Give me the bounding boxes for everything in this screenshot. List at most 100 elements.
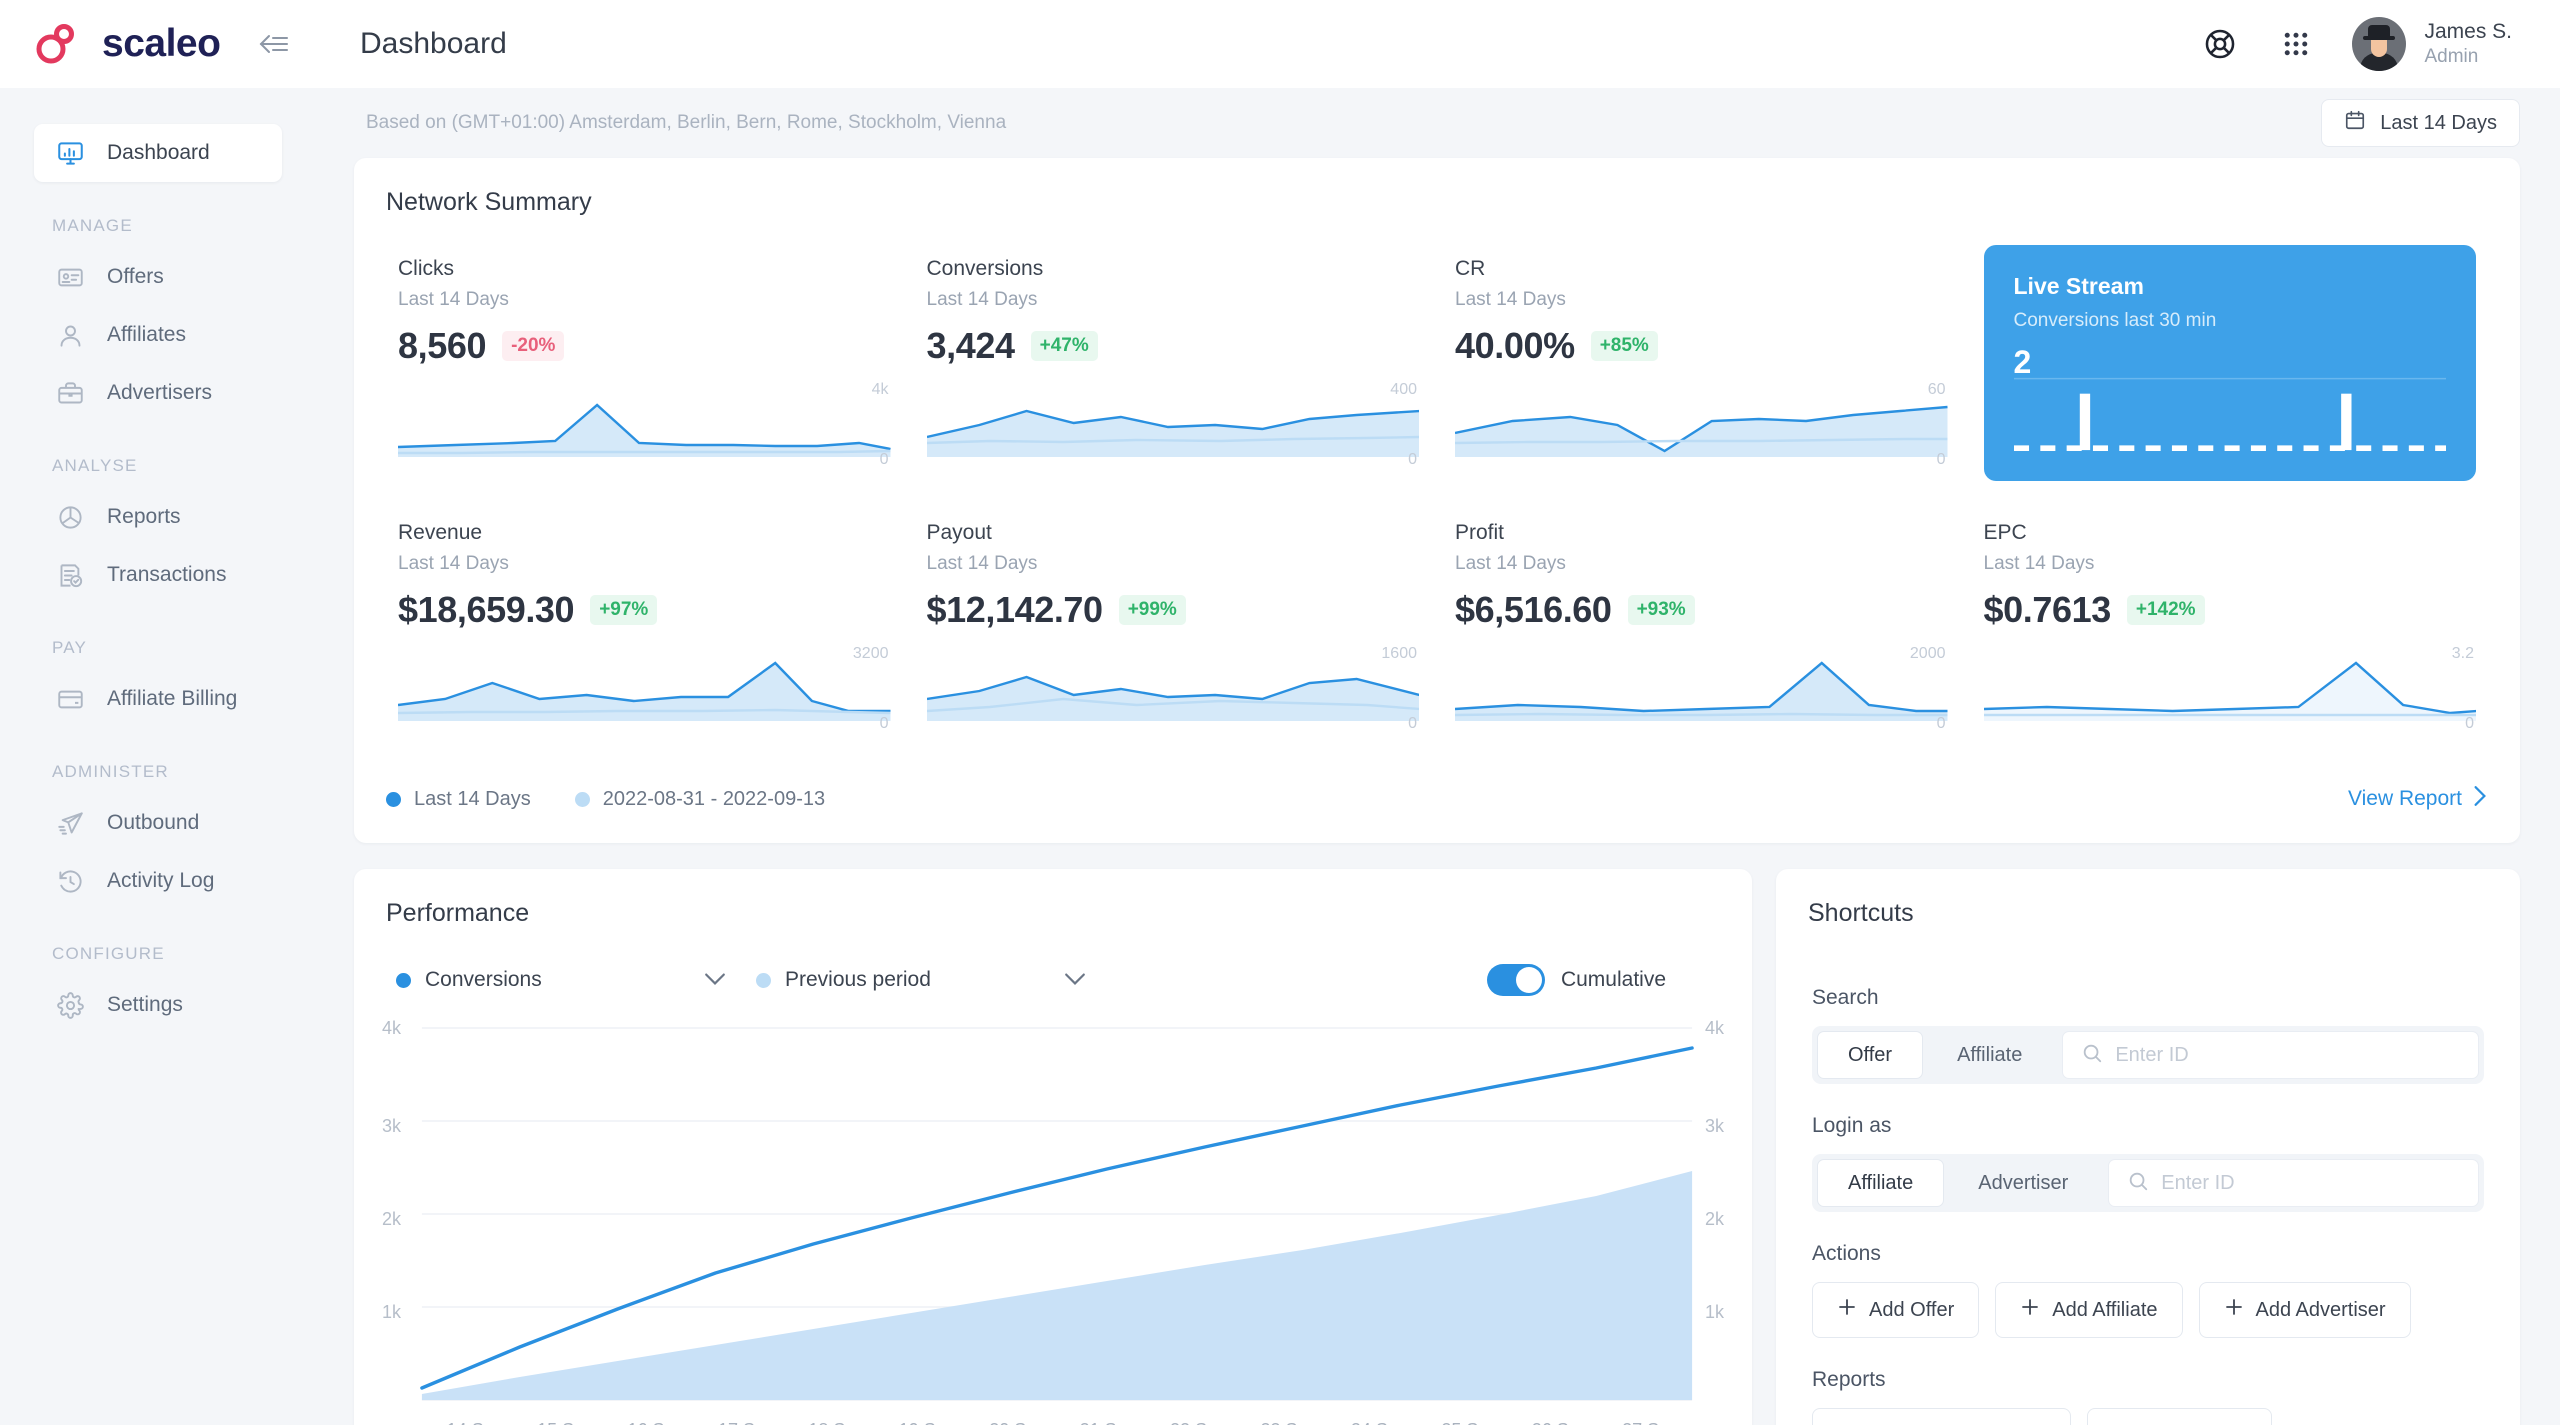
- search-tab-offer[interactable]: Offer: [1817, 1031, 1924, 1079]
- apps-grid-icon[interactable]: [2276, 24, 2316, 64]
- login-as-input[interactable]: [2161, 1171, 2460, 1195]
- cumulative-toggle[interactable]: Cumulative: [1486, 964, 1710, 996]
- user-menu[interactable]: James S. Admin: [2352, 17, 2512, 71]
- kpi-name: Conversions: [926, 257, 1044, 280]
- user-name: James S.: [2424, 20, 2512, 43]
- lifebuoy-icon[interactable]: [2200, 24, 2240, 64]
- legend-dot-icon: [386, 791, 401, 807]
- x-tick: 23 Sep: [1244, 1420, 1334, 1425]
- network-summary-card: Network Summary Clicks Last 14 Days 8,56…: [354, 158, 2520, 843]
- login-as-tab-advertiser[interactable]: Advertiser: [1948, 1159, 2098, 1207]
- actions-label: Actions: [1812, 1242, 1881, 1265]
- x-tick: 25 Sep: [1425, 1420, 1515, 1425]
- x-tick: 20 Sep: [973, 1420, 1063, 1425]
- network-summary-body: Clicks Last 14 Days 8,560 -20% 4k 0 Conv…: [354, 217, 2520, 751]
- chevron-right-icon: [2472, 785, 2488, 813]
- metric-select[interactable]: Conversions: [396, 968, 726, 992]
- sidebar-item-label: Affiliate Billing: [107, 687, 238, 710]
- toggle-switch[interactable]: [1486, 964, 1545, 996]
- gear-icon: [55, 990, 86, 1021]
- actions-row: Add Offer Add Affiliate Add Advertiser: [1812, 1282, 2484, 1338]
- kpi-epc[interactable]: EPC Last 14 Days $0.7613 +142% 3.2 0: [1972, 481, 2489, 732]
- history-clock-icon: [55, 866, 86, 897]
- search-input[interactable]: [2115, 1043, 2460, 1067]
- sidebar-item-settings[interactable]: Settings: [34, 976, 282, 1034]
- y-tick-left-2k: 2k: [382, 1209, 402, 1229]
- kpi-period: Last 14 Days: [398, 553, 509, 574]
- kpi-period: Last 14 Days: [926, 289, 1038, 310]
- date-range-button[interactable]: Last 14 Days: [2321, 99, 2520, 147]
- user-info: James S. Admin: [2424, 19, 2512, 69]
- sidebar-item-activity-log[interactable]: Activity Log: [34, 852, 282, 910]
- date-range-label: Last 14 Days: [2380, 111, 2497, 134]
- add-affiliate-label: Add Affiliate: [2052, 1298, 2158, 1321]
- performance-controls: Conversions Previous period Cumulative: [354, 928, 1752, 996]
- legend-label: 2022-08-31 - 2022-09-13: [602, 787, 826, 810]
- kpi-sparkline: 4k 0: [398, 381, 891, 468]
- traffic-logs-button[interactable]: Traffic Logs: [2086, 1408, 2273, 1425]
- timezone-note: Based on (GMT+01:00) Amsterdam, Berlin, …: [366, 112, 1007, 133]
- kpi-grid-row1: Clicks Last 14 Days 8,560 -20% 4k 0 Conv…: [386, 217, 2488, 481]
- kpi-cr[interactable]: CR Last 14 Days 40.00% +85% 60 0: [1443, 217, 1960, 481]
- kpi-profit[interactable]: Profit Last 14 Days $6,516.60 +93% 2000 …: [1443, 481, 1960, 732]
- y-tick-left-1k: 1k: [382, 1302, 402, 1322]
- sidebar-item-affiliate-billing[interactable]: Affiliate Billing: [34, 670, 282, 728]
- scaleo-logo-icon: [34, 24, 80, 64]
- shortcuts-title: Shortcuts: [1808, 899, 1914, 927]
- kpi-sparkline: 60 0: [1455, 381, 1948, 468]
- search-input-wrap[interactable]: [2062, 1031, 2479, 1079]
- login-as-input-wrap[interactable]: [2108, 1159, 2479, 1207]
- add-advertiser-label: Add Advertiser: [2255, 1298, 2386, 1321]
- login-as-label: Login as: [1812, 1114, 1892, 1137]
- sidebar-collapse-button[interactable]: [256, 31, 289, 57]
- kpi-period: Last 14 Days: [1455, 289, 1566, 310]
- kpi-conversions[interactable]: Conversions Last 14 Days 3,424 +47% 400 …: [915, 217, 1432, 481]
- logo-bar: scaleo: [0, 0, 314, 88]
- search-label: Search: [1812, 986, 1879, 1009]
- add-advertiser-button[interactable]: Add Advertiser: [2198, 1282, 2411, 1338]
- network-summary-view-report-link[interactable]: View Report: [2348, 785, 2488, 813]
- kpi-axis-max: 4k: [871, 381, 889, 398]
- view-report-label: View Report: [2347, 787, 2462, 810]
- search-icon: [2127, 1170, 2149, 1197]
- kpi-axis-max: 1600: [1381, 645, 1417, 662]
- legend-label: Last 14 Days: [414, 787, 531, 810]
- kpi-name: Payout: [926, 521, 992, 544]
- compare-select-value: Previous period: [785, 968, 931, 991]
- live-stream-chart: [2013, 373, 2447, 463]
- sidebar-item-affiliates[interactable]: Affiliates: [34, 306, 282, 364]
- sub-bar: Based on (GMT+01:00) Amsterdam, Berlin, …: [354, 88, 2520, 158]
- sidebar-item-label: Transactions: [107, 563, 227, 586]
- performance-x-axis: 14 Sep 15 Sep 16 Sep 17 Sep 18 Sep 19 Se…: [354, 1420, 1752, 1425]
- sidebar-item-dashboard[interactable]: Dashboard: [34, 124, 282, 182]
- kpi-value: $0.7613: [1983, 589, 2112, 630]
- search-tab-affiliate[interactable]: Affiliate: [1927, 1031, 2052, 1079]
- kpi-delta: +93%: [1627, 595, 1695, 625]
- conversions-report-button[interactable]: Conversions Report: [1812, 1408, 2071, 1425]
- compare-select[interactable]: Previous period: [756, 968, 1086, 992]
- sidebar-item-offers[interactable]: Offers: [34, 248, 282, 306]
- kpi-axis-max: 60: [1927, 381, 1946, 398]
- sidebar-item-transactions[interactable]: Transactions: [34, 546, 282, 604]
- metric-dot-icon: [396, 972, 411, 988]
- kpi-delta: -20%: [502, 331, 565, 361]
- top-bar: Dashboard James S. Admin: [314, 0, 2560, 88]
- kpi-name: Profit: [1455, 521, 1505, 544]
- sidebar-item-outbound[interactable]: Outbound: [34, 794, 282, 852]
- kpi-axis-max: 3200: [852, 645, 889, 662]
- x-tick: 19 Sep: [882, 1420, 972, 1425]
- sidebar-item-reports[interactable]: Reports: [34, 488, 282, 546]
- live-stream-card[interactable]: Live Stream Conversions last 30 min 2: [1983, 245, 2476, 481]
- kpi-clicks[interactable]: Clicks Last 14 Days 8,560 -20% 4k 0: [386, 217, 903, 481]
- add-offer-button[interactable]: Add Offer: [1812, 1282, 1980, 1338]
- kpi-revenue[interactable]: Revenue Last 14 Days $18,659.30 +97% 320…: [386, 481, 903, 732]
- kpi-payout[interactable]: Payout Last 14 Days $12,142.70 +99% 1600…: [915, 481, 1432, 732]
- page-title: Dashboard: [360, 27, 507, 60]
- sidebar-item-label: Affiliates: [107, 323, 186, 346]
- login-as-tab-affiliate[interactable]: Affiliate: [1817, 1159, 1945, 1207]
- scaleo-wordmark: scaleo: [102, 22, 221, 65]
- add-affiliate-button[interactable]: Add Affiliate: [1995, 1282, 2183, 1338]
- live-stream-subtitle: Conversions last 30 min: [2013, 310, 2217, 331]
- sidebar-item-advertisers[interactable]: Advertisers: [34, 364, 282, 422]
- chevron-down-icon: [1064, 968, 1086, 992]
